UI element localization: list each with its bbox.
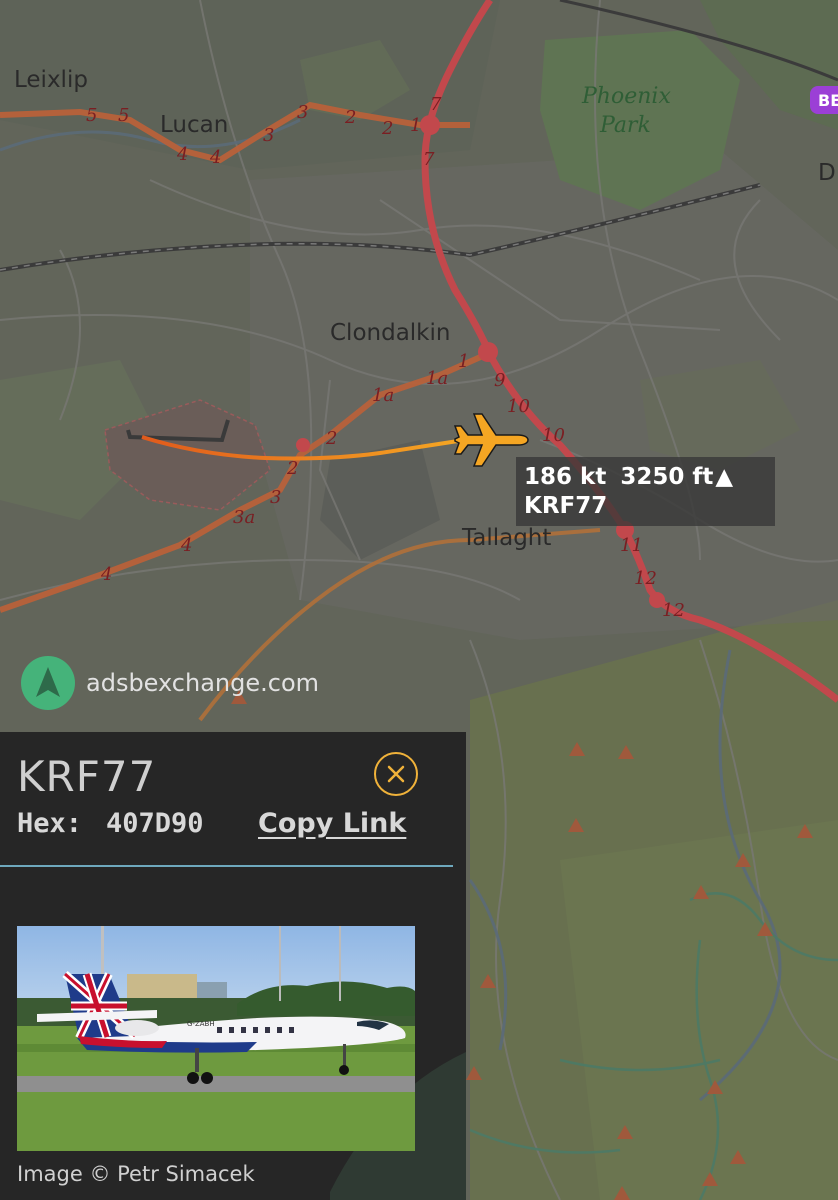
junction-label: 5 — [86, 105, 97, 126]
junction-label: 3 — [263, 125, 274, 146]
speed-readout: 186 kt — [524, 464, 607, 490]
place-dublin-partial: D — [818, 160, 836, 186]
panel-title: KRF77 — [17, 752, 157, 801]
junction-label: 2 — [344, 107, 356, 128]
junction-label: 7 — [423, 149, 435, 170]
adsbexchange-logo-icon — [21, 656, 75, 710]
transit-badge[interactable]: BE — [810, 86, 838, 114]
place-clondalkin: Clondalkin — [330, 320, 450, 346]
map-attribution[interactable]: adsbexchange.com — [20, 655, 319, 711]
junction-label: 12 — [634, 568, 657, 589]
junction-label: 9 — [494, 370, 505, 391]
junction-label: 10 — [542, 425, 565, 446]
junction-label: 4 — [180, 535, 192, 556]
junction-label: 3a — [233, 507, 255, 528]
junction-label: 4 — [176, 144, 188, 165]
junction-label: 1 — [458, 351, 469, 372]
junction-label: 7 — [430, 94, 442, 115]
hex-label: Hex: — [17, 808, 83, 839]
place-phoenix: Phoenix — [581, 84, 671, 109]
aircraft-label[interactable]: 186 kt 3250 ft▲ KRF77 — [516, 457, 775, 526]
junction-label: 1 — [410, 115, 421, 136]
place-park: Park — [599, 113, 651, 138]
junction-label: 4 — [100, 564, 112, 585]
junction-label: 11 — [620, 535, 643, 556]
place-tallaght: Tallaght — [461, 525, 551, 551]
junction-label: 10 — [507, 396, 530, 417]
aircraft-photo[interactable]: G-ZABH — [17, 926, 415, 1151]
junction-label: 3 — [270, 487, 281, 508]
transit-badge-label: BE — [818, 91, 838, 110]
altitude-readout: 3250 ft — [620, 464, 714, 490]
climb-trend-icon: ▲ — [715, 464, 734, 490]
hex-row: Hex: 407D90 — [17, 808, 204, 839]
close-circle-icon — [387, 765, 405, 783]
copy-link-button[interactable]: Copy Link — [258, 808, 406, 839]
callsign-readout: KRF77 — [524, 493, 608, 519]
junction-label: 5 — [118, 105, 129, 126]
place-leixlip: Leixlip — [14, 67, 88, 93]
photo-credit: Image © Petr Simacek — [17, 1162, 255, 1186]
close-button[interactable] — [374, 752, 418, 796]
junction-label: 2 — [325, 428, 337, 449]
junction-label: 1a — [426, 368, 448, 389]
junction-label: 1a — [372, 385, 394, 406]
hex-value: 407D90 — [106, 808, 204, 839]
place-lucan: Lucan — [160, 112, 228, 138]
junction-label: 4 — [209, 147, 221, 168]
photo-registration: G-ZABH — [187, 1020, 215, 1028]
junction-label: 2 — [286, 458, 298, 479]
junction-label: 3 — [297, 102, 308, 123]
panel-divider — [0, 865, 453, 867]
junction-label: 2 — [381, 118, 393, 139]
junction-label: 12 — [662, 600, 685, 621]
attribution-text: adsbexchange.com — [86, 669, 320, 697]
aircraft-photo-image: G-ZABH — [17, 926, 415, 1151]
